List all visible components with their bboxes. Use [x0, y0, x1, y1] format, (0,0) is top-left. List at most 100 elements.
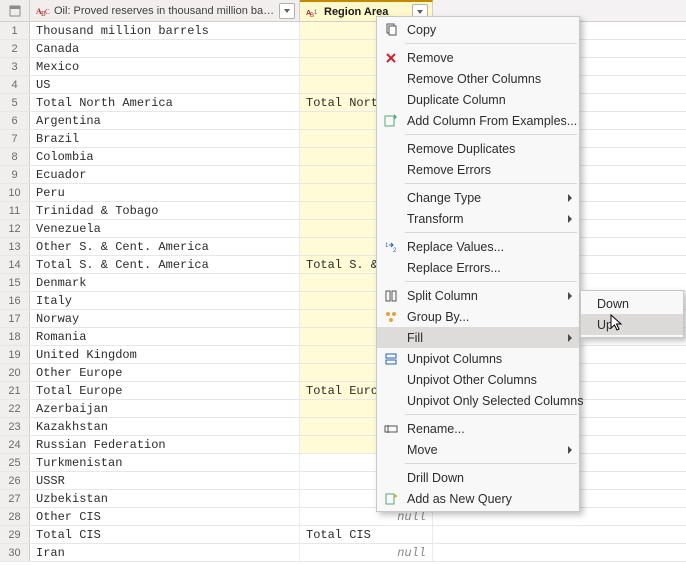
submenu-fill-down[interactable]: Down	[581, 293, 683, 314]
row-header[interactable]: 19	[0, 346, 30, 363]
cell-reserves[interactable]: United Kingdom	[30, 346, 300, 363]
menu-drill-down[interactable]: Drill Down	[377, 467, 579, 488]
menu-unpivot-selected-columns[interactable]: Unpivot Only Selected Columns	[377, 390, 579, 411]
column-filter-dropdown[interactable]	[279, 3, 295, 19]
menu-group-by[interactable]: Group By...	[377, 306, 579, 327]
row-header[interactable]: 30	[0, 544, 30, 561]
cell-reserves[interactable]: Turkmenistan	[30, 454, 300, 471]
cell-reserves[interactable]: Uzbekistan	[30, 490, 300, 507]
menu-change-type[interactable]: Change Type	[377, 187, 579, 208]
row-header[interactable]: 20	[0, 364, 30, 381]
row-header[interactable]: 13	[0, 238, 30, 255]
column-header-reserves[interactable]: ABC Oil: Proved reserves in thousand mil…	[30, 0, 300, 21]
row-header[interactable]: 29	[0, 526, 30, 543]
row-header[interactable]: 3	[0, 58, 30, 75]
submenu-arrow-icon	[567, 333, 573, 343]
table-row: 25Turkmenistannull	[0, 454, 686, 472]
row-header[interactable]: 28	[0, 508, 30, 525]
row-header[interactable]: 9	[0, 166, 30, 183]
cell-reserves[interactable]: Norway	[30, 310, 300, 327]
row-header[interactable]: 1	[0, 22, 30, 39]
row-header[interactable]: 16	[0, 292, 30, 309]
cell-reserves[interactable]: Romania	[30, 328, 300, 345]
row-header[interactable]: 18	[0, 328, 30, 345]
table-row: 10Peru	[0, 184, 686, 202]
row-header[interactable]: 8	[0, 148, 30, 165]
cell-reserves[interactable]: Italy	[30, 292, 300, 309]
menu-replace-values[interactable]: 12 Replace Values...	[377, 236, 579, 257]
cell-reserves[interactable]: Colombia	[30, 148, 300, 165]
row-header[interactable]: 23	[0, 418, 30, 435]
cell-reserves[interactable]: USSR	[30, 472, 300, 489]
row-header[interactable]: 7	[0, 130, 30, 147]
menu-remove-other-columns[interactable]: Remove Other Columns	[377, 68, 579, 89]
row-header[interactable]: 5	[0, 94, 30, 111]
menu-copy[interactable]: Copy	[377, 19, 579, 40]
row-header[interactable]: 6	[0, 112, 30, 129]
row-header[interactable]: 24	[0, 436, 30, 453]
menu-fill[interactable]: Fill	[377, 327, 579, 348]
menu-label: Replace Values...	[407, 240, 504, 254]
cell-reserves[interactable]: US	[30, 76, 300, 93]
menu-add-as-new-query[interactable]: Add as New Query	[377, 488, 579, 509]
menu-duplicate-column[interactable]: Duplicate Column	[377, 89, 579, 110]
menu-replace-errors[interactable]: Replace Errors...	[377, 257, 579, 278]
menu-rename[interactable]: Rename...	[377, 418, 579, 439]
menu-split-column[interactable]: Split Column	[377, 285, 579, 306]
row-header[interactable]: 12	[0, 220, 30, 237]
cell-reserves[interactable]: Kazakhstan	[30, 418, 300, 435]
cell-reserves[interactable]: Other CIS	[30, 508, 300, 525]
menu-unpivot-other-columns[interactable]: Unpivot Other Columns	[377, 369, 579, 390]
cell-reserves[interactable]: Trinidad & Tobago	[30, 202, 300, 219]
row-header[interactable]: 21	[0, 382, 30, 399]
menu-label: Split Column	[407, 289, 478, 303]
cell-reserves[interactable]: Ecuador	[30, 166, 300, 183]
row-header[interactable]: 27	[0, 490, 30, 507]
menu-add-column-from-examples[interactable]: Add Column From Examples...	[377, 110, 579, 131]
cell-reserves[interactable]: Total North America	[30, 94, 300, 111]
row-header[interactable]: 25	[0, 454, 30, 471]
select-all-corner[interactable]	[0, 0, 30, 21]
cell-region[interactable]: null	[300, 544, 433, 561]
row-header[interactable]: 26	[0, 472, 30, 489]
menu-unpivot-columns[interactable]: Unpivot Columns	[377, 348, 579, 369]
row-header[interactable]: 2	[0, 40, 30, 57]
menu-move[interactable]: Move	[377, 439, 579, 460]
menu-label: Add Column From Examples...	[407, 114, 577, 128]
cell-reserves[interactable]: Brazil	[30, 130, 300, 147]
cell-reserves[interactable]: Total S. & Cent. America	[30, 256, 300, 273]
row-header[interactable]: 22	[0, 400, 30, 417]
abc-type-icon: ABC	[36, 4, 50, 18]
menu-label: Duplicate Column	[407, 93, 506, 107]
cell-reserves[interactable]: Peru	[30, 184, 300, 201]
cell-reserves[interactable]: Other S. & Cent. America	[30, 238, 300, 255]
cell-reserves[interactable]: Thousand million barrels	[30, 22, 300, 39]
submenu-fill-up[interactable]: Up	[581, 314, 683, 335]
cell-region[interactable]: Total CIS	[300, 526, 433, 543]
menu-remove-duplicates[interactable]: Remove Duplicates	[377, 138, 579, 159]
cell-reserves[interactable]: Venezuela	[30, 220, 300, 237]
cell-reserves[interactable]: Total Europe	[30, 382, 300, 399]
menu-separator	[405, 134, 577, 135]
row-header[interactable]: 4	[0, 76, 30, 93]
cell-reserves[interactable]: Russian Federation	[30, 436, 300, 453]
cell-reserves[interactable]: Denmark	[30, 274, 300, 291]
cell-reserves[interactable]: Argentina	[30, 112, 300, 129]
cell-reserves[interactable]: Mexico	[30, 58, 300, 75]
menu-separator	[405, 183, 577, 184]
menu-remove[interactable]: Remove	[377, 47, 579, 68]
cell-reserves[interactable]: Azerbaijan	[30, 400, 300, 417]
cell-reserves[interactable]: Total CIS	[30, 526, 300, 543]
row-header[interactable]: 15	[0, 274, 30, 291]
cell-reserves[interactable]: Canada	[30, 40, 300, 57]
table-row: 8Colombia	[0, 148, 686, 166]
menu-transform[interactable]: Transform	[377, 208, 579, 229]
table-row: 3Mexico	[0, 58, 686, 76]
menu-remove-errors[interactable]: Remove Errors	[377, 159, 579, 180]
row-header[interactable]: 10	[0, 184, 30, 201]
row-header[interactable]: 11	[0, 202, 30, 219]
row-header[interactable]: 14	[0, 256, 30, 273]
row-header[interactable]: 17	[0, 310, 30, 327]
cell-reserves[interactable]: Other Europe	[30, 364, 300, 381]
cell-reserves[interactable]: Iran	[30, 544, 300, 561]
